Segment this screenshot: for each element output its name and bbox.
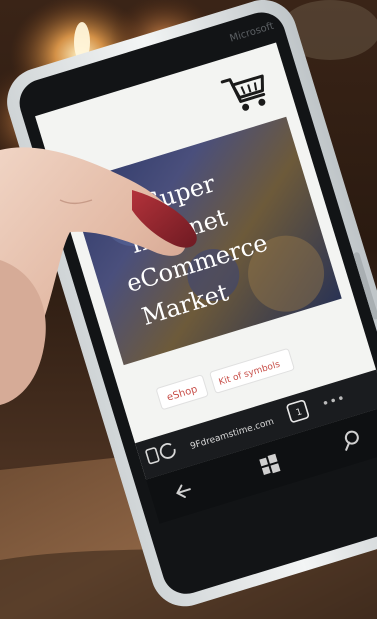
photo-scene: Microsoft Super Internet eCommerce Marke…: [0, 0, 377, 619]
photo-canvas: Microsoft Super Internet eCommerce Marke…: [0, 0, 377, 619]
